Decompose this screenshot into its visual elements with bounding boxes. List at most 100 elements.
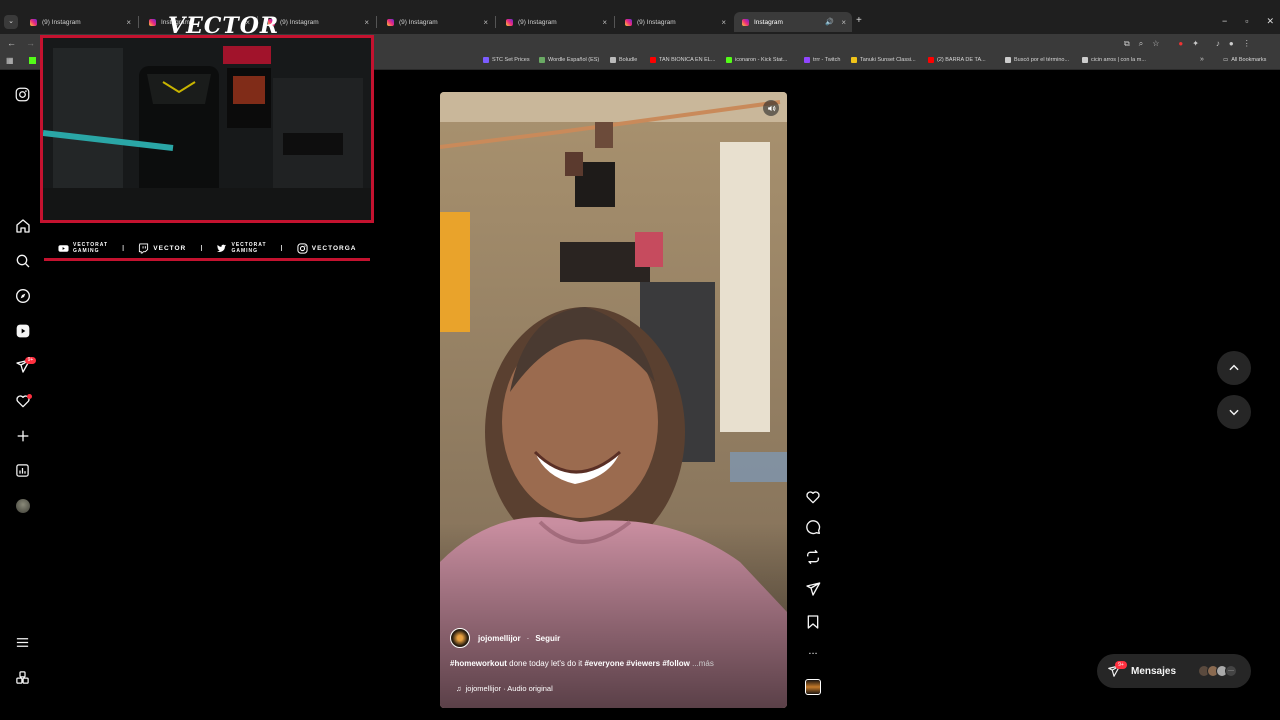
restore-icon[interactable]: ▫ [1245, 16, 1248, 27]
star-icon[interactable]: ☆ [1152, 39, 1159, 49]
messages-label: Mensajes [1131, 665, 1177, 677]
profile-avatar[interactable] [14, 498, 31, 515]
messages-badge: 9+ [25, 357, 36, 364]
next-reel-button[interactable] [1217, 395, 1251, 429]
chevron-down-icon [1229, 409, 1239, 416]
browser-tab[interactable]: (9) Instagram × [379, 12, 494, 32]
separator: I [200, 243, 203, 253]
repost-icon [807, 549, 819, 565]
install-icon[interactable]: ⧉ [1124, 39, 1130, 49]
mute-button[interactable] [763, 100, 779, 116]
caption-hashtag[interactable]: #homeworkout [450, 659, 507, 668]
comment-icon [806, 520, 821, 535]
close-icon[interactable]: × [841, 18, 846, 27]
also-from-meta-icon[interactable] [14, 670, 31, 687]
browser-tab[interactable]: (9) Instagram × [617, 12, 732, 32]
reel-video-frame [440, 92, 787, 708]
social-twitch: VECTOR [138, 242, 186, 254]
comment-button[interactable] [805, 519, 821, 535]
apps-icon[interactable]: ▦ [6, 56, 14, 65]
browser-tab-title: (9) Instagram [280, 18, 319, 26]
home-icon[interactable] [14, 218, 31, 235]
bookmark-item[interactable]: Tanuki Sunset Classi... [851, 57, 916, 63]
messages-badge: 9+ [1115, 661, 1127, 669]
social-instagram: VECTORGA [297, 242, 357, 254]
search-icon[interactable] [14, 253, 31, 270]
instagram-favicon-icon [30, 18, 37, 26]
toolbar-icons: ⧉ ⌕ ☆ ● ✦ ♪ ● ⋮ [1124, 39, 1251, 49]
close-icon[interactable]: × [364, 18, 369, 27]
close-icon[interactable]: × [126, 18, 131, 27]
bookmark-item[interactable]: trrr - Twitch [804, 57, 840, 63]
chevron-up-icon [1229, 364, 1239, 371]
author-username[interactable]: jojomellijor [478, 634, 521, 643]
share-button[interactable] [805, 581, 821, 597]
save-button[interactable] [805, 614, 821, 630]
media-icon[interactable]: ♪ [1216, 39, 1220, 49]
menu-dots-icon[interactable]: ⋮ [1243, 39, 1251, 49]
bookmark-item[interactable]: iconaron - Kick Stat... [726, 57, 787, 63]
bookmark-item[interactable]: STC Set Prices [483, 57, 530, 63]
close-window-icon[interactable]: ✕ [1266, 16, 1274, 27]
bookmark-label: Buscó por el término... [1014, 57, 1070, 63]
avatar [15, 499, 30, 513]
create-icon[interactable] [14, 428, 31, 445]
instagram-favicon-icon [506, 18, 513, 26]
bookmark-item[interactable]: TAN BIONICA EN EL... [650, 57, 715, 63]
caption-hashtags[interactable]: #everyone #viewers #follow [584, 659, 689, 668]
bookmark-icon [851, 57, 857, 63]
bookmark-icon [610, 57, 616, 63]
browser-tab[interactable]: (9) Instagram × [22, 12, 137, 32]
browser-tab-title: Instagram [754, 18, 783, 26]
bookmark-item[interactable]: Boludle [610, 57, 637, 63]
close-icon[interactable]: × [483, 18, 488, 27]
kick-bookmark-icon[interactable] [29, 57, 36, 64]
bookmark-icon [804, 57, 810, 63]
separator: I [122, 243, 125, 253]
all-bookmarks[interactable]: ▭ All Bookmarks [1223, 57, 1266, 63]
reel-video[interactable] [440, 92, 787, 708]
bookmark-item[interactable]: (2) BARRA DE TA... [928, 57, 986, 63]
reels-icon[interactable] [14, 323, 31, 340]
bookmark-item[interactable]: cicin arros | con la m... [1082, 57, 1146, 63]
bookmark-icon [726, 57, 732, 63]
like-button[interactable] [805, 489, 821, 505]
bookmarks-overflow-icon[interactable]: » [1200, 56, 1204, 63]
reel-caption: #homeworkout done today let's do it #eve… [450, 659, 780, 668]
follow-button[interactable]: Seguir [535, 634, 560, 643]
close-icon[interactable]: × [721, 18, 726, 27]
instagram-logo-icon[interactable] [14, 87, 31, 104]
bookmark-label: TAN BIONICA EN EL... [659, 57, 716, 63]
dashboard-icon[interactable] [14, 463, 31, 480]
messages-pill[interactable]: 9+ Mensajes ··· [1097, 654, 1251, 688]
browser-tab[interactable]: (9) Instagram × [498, 12, 613, 32]
audio-thumbnail[interactable] [805, 679, 821, 695]
previous-reel-button[interactable] [1217, 351, 1251, 385]
bookmark-item[interactable]: Buscó por el término... [1005, 57, 1069, 63]
extensions-icon[interactable]: ✦ [1192, 39, 1199, 49]
repost-button[interactable] [805, 549, 821, 565]
message-avatars: ··· [1198, 665, 1238, 677]
reel-audio[interactable]: ♫ jojomellijor · Audio original [450, 684, 780, 693]
folder-icon: ▭ [1223, 57, 1229, 63]
close-icon[interactable]: × [602, 18, 607, 27]
more-options-button[interactable]: ... [805, 646, 821, 662]
minimize-icon[interactable]: − [1222, 16, 1227, 27]
extension-red-icon[interactable]: ● [1178, 39, 1183, 49]
browser-tab-active[interactable]: Instagram 🔊 × [734, 12, 852, 32]
zoom-icon[interactable]: ⌕ [1139, 39, 1143, 49]
forward-icon[interactable]: → [26, 38, 35, 48]
tab-search-button[interactable]: ⌄ [4, 15, 18, 29]
more-menu-icon[interactable] [14, 635, 31, 652]
profile-avatar-icon[interactable]: ● [1229, 39, 1234, 49]
instagram-favicon-icon [387, 18, 394, 26]
bookmark-item[interactable]: Wordle Español (ES) [539, 57, 599, 63]
author-avatar[interactable] [450, 628, 470, 648]
back-icon[interactable]: ← [7, 38, 16, 48]
instagram-favicon-icon [149, 18, 156, 26]
new-tab-button[interactable]: + [856, 15, 862, 26]
bookmark-icon [1005, 57, 1011, 63]
caption-more[interactable]: ...más [690, 659, 714, 668]
explore-icon[interactable] [14, 288, 31, 305]
speaker-icon[interactable]: 🔊 [825, 18, 834, 26]
